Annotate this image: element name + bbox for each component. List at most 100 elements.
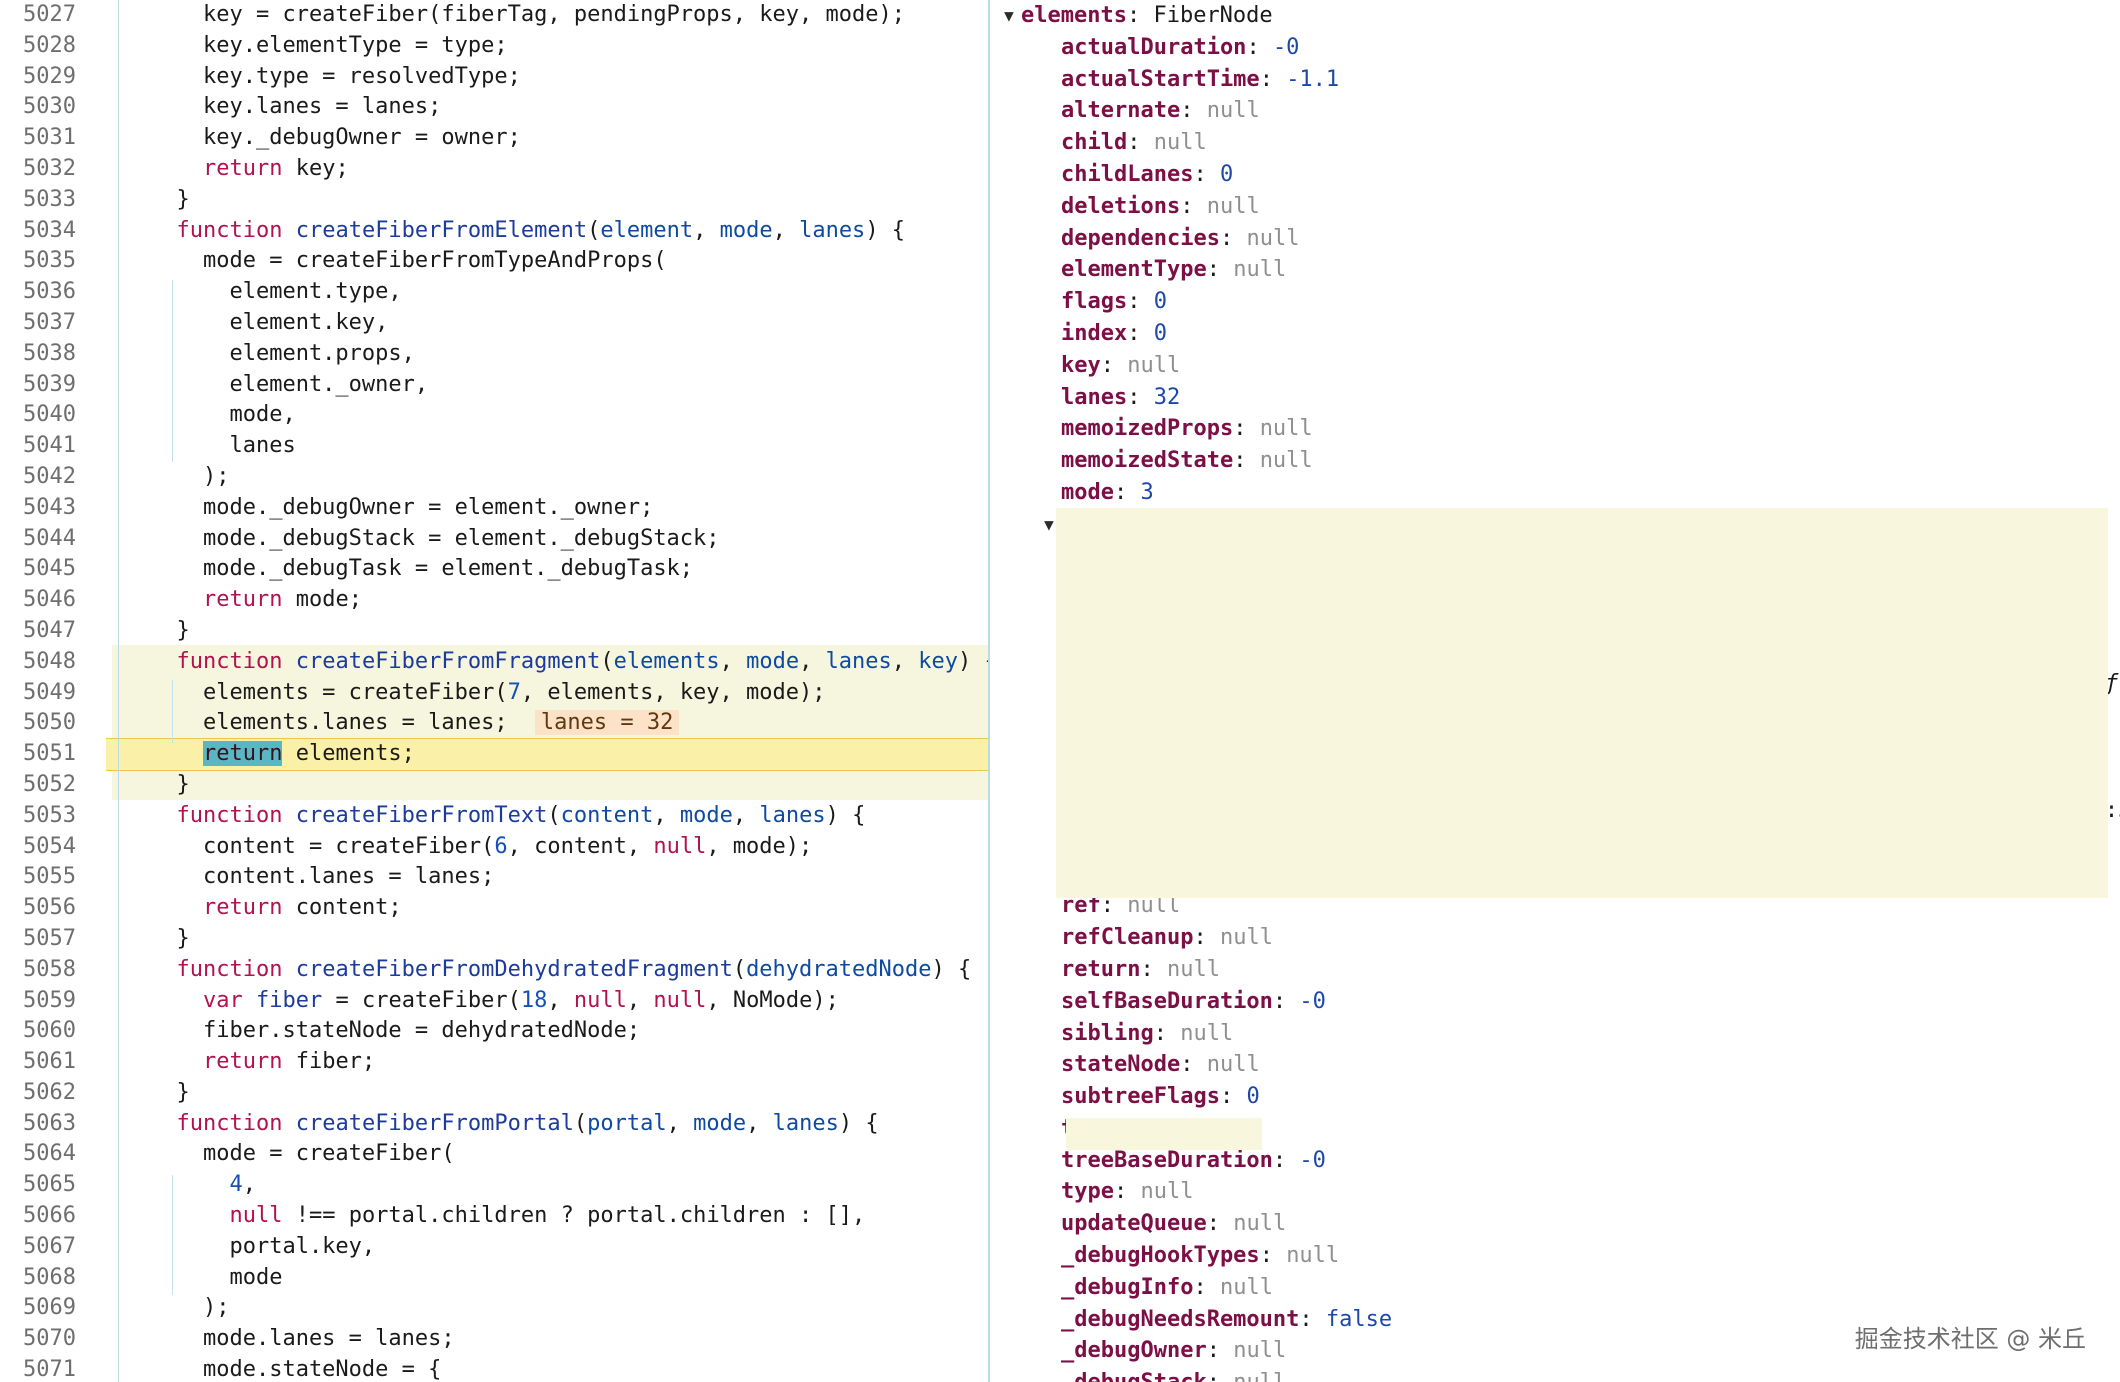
pane-divider[interactable] bbox=[988, 0, 990, 1382]
code-text: content = createFiber(6, content, null, … bbox=[150, 833, 813, 859]
line-number[interactable]: 5050 bbox=[0, 708, 76, 739]
line-number[interactable]: 5063 bbox=[0, 1109, 76, 1140]
line-number[interactable]: 5033 bbox=[0, 185, 76, 216]
code-line[interactable]: 5033 } bbox=[0, 185, 990, 216]
code-line[interactable]: 5038 element.props, bbox=[0, 339, 990, 370]
line-number[interactable]: 5067 bbox=[0, 1232, 76, 1263]
line-number[interactable]: 5041 bbox=[0, 431, 76, 462]
line-number[interactable]: 5029 bbox=[0, 62, 76, 93]
line-number[interactable]: 5055 bbox=[0, 862, 76, 893]
line-number[interactable]: 5039 bbox=[0, 370, 76, 401]
code-line[interactable]: 5028 key.elementType = type; bbox=[0, 31, 990, 62]
line-number[interactable]: 5071 bbox=[0, 1355, 76, 1382]
line-number[interactable]: 5044 bbox=[0, 524, 76, 555]
code-line[interactable]: 5058 function createFiberFromDehydratedF… bbox=[0, 955, 990, 986]
code-line[interactable]: 5032 return key; bbox=[0, 154, 990, 185]
line-number[interactable]: 5052 bbox=[0, 770, 76, 801]
code-line[interactable]: 5066 null !== portal.children ? portal.c… bbox=[0, 1201, 990, 1232]
line-number[interactable]: 5066 bbox=[0, 1201, 76, 1232]
code-line[interactable]: 5051 return elements; bbox=[0, 739, 990, 770]
code-line[interactable]: 5052 } bbox=[0, 770, 990, 801]
line-number[interactable]: 5069 bbox=[0, 1293, 76, 1324]
code-line[interactable]: 5037 element.key, bbox=[0, 308, 990, 339]
code-line[interactable]: 5061 return fiber; bbox=[0, 1047, 990, 1078]
line-number[interactable]: 5056 bbox=[0, 893, 76, 924]
line-number[interactable]: 5049 bbox=[0, 678, 76, 709]
line-number[interactable]: 5051 bbox=[0, 739, 76, 770]
code-line[interactable]: 5044 mode._debugStack = element._debugSt… bbox=[0, 524, 990, 555]
code-line[interactable]: 5062 } bbox=[0, 1078, 990, 1109]
line-number[interactable]: 5064 bbox=[0, 1139, 76, 1170]
line-number[interactable]: 5062 bbox=[0, 1078, 76, 1109]
line-number[interactable]: 5032 bbox=[0, 154, 76, 185]
code-line[interactable]: 5064 mode = createFiber( bbox=[0, 1139, 990, 1170]
line-number[interactable]: 5027 bbox=[0, 0, 76, 31]
code-line[interactable]: 5069 ); bbox=[0, 1293, 990, 1324]
code-line[interactable]: 5060 fiber.stateNode = dehydratedNode; bbox=[0, 1016, 990, 1047]
scope-property-row: type: null bbox=[995, 1176, 2120, 1208]
code-line[interactable]: 5067 portal.key, bbox=[0, 1232, 990, 1263]
line-number[interactable]: 5054 bbox=[0, 832, 76, 863]
code-text: key = createFiber(fiberTag, pendingProps… bbox=[150, 2, 905, 27]
line-number[interactable]: 5047 bbox=[0, 616, 76, 647]
line-number[interactable]: 5028 bbox=[0, 31, 76, 62]
line-number[interactable]: 5037 bbox=[0, 308, 76, 339]
code-line[interactable]: 5040 mode, bbox=[0, 400, 990, 431]
code-text: ); bbox=[150, 463, 230, 489]
code-line[interactable]: 5050 elements.lanes = lanes; lanes = 32 bbox=[0, 708, 990, 739]
code-line[interactable]: 5046 return mode; bbox=[0, 585, 990, 616]
code-line[interactable]: 5068 mode bbox=[0, 1263, 990, 1294]
code-line[interactable]: 5034 function createFiberFromElement(ele… bbox=[0, 216, 990, 247]
line-number[interactable]: 5031 bbox=[0, 123, 76, 154]
code-text: 4, bbox=[229, 1172, 256, 1198]
code-line[interactable]: 5029 key.type = resolvedType; bbox=[0, 62, 990, 93]
line-number[interactable]: 5043 bbox=[0, 493, 76, 524]
code-line[interactable]: 5056 return content; bbox=[0, 893, 990, 924]
code-line[interactable]: 5043 mode._debugOwner = element._owner; bbox=[0, 493, 990, 524]
line-number[interactable]: 5030 bbox=[0, 92, 76, 123]
code-line[interactable]: 5057 } bbox=[0, 924, 990, 955]
line-number[interactable]: 5036 bbox=[0, 277, 76, 308]
line-number[interactable]: 5058 bbox=[0, 955, 76, 986]
code-line[interactable]: 5071 mode.stateNode = { bbox=[0, 1355, 990, 1382]
code-line[interactable]: 5065 4, bbox=[0, 1170, 990, 1201]
code-line[interactable]: 5031 key._debugOwner = owner; bbox=[0, 123, 990, 154]
code-text: } bbox=[150, 925, 190, 951]
code-line[interactable]: 5042 ); bbox=[0, 462, 990, 493]
line-number[interactable]: 5059 bbox=[0, 986, 76, 1017]
code-editor[interactable]: 5027 key = createFiber(fiberTag, pending… bbox=[0, 0, 990, 1382]
code-line[interactable]: 5070 mode.lanes = lanes; bbox=[0, 1324, 990, 1355]
line-number[interactable]: 5038 bbox=[0, 339, 76, 370]
line-number[interactable]: 5042 bbox=[0, 462, 76, 493]
code-line[interactable]: 5045 mode._debugTask = element._debugTas… bbox=[0, 554, 990, 585]
line-number[interactable]: 5061 bbox=[0, 1047, 76, 1078]
code-line[interactable]: 5039 element._owner, bbox=[0, 370, 990, 401]
line-number[interactable]: 5034 bbox=[0, 216, 76, 247]
code-line[interactable]: 5063 function createFiberFromPortal(port… bbox=[0, 1109, 990, 1140]
line-number[interactable]: 5070 bbox=[0, 1324, 76, 1355]
code-line[interactable]: 5047 } bbox=[0, 616, 990, 647]
code-line[interactable]: 5049 elements = createFiber(7, elements,… bbox=[0, 678, 990, 709]
line-number[interactable]: 5057 bbox=[0, 924, 76, 955]
code-line[interactable]: 5059 var fiber = createFiber(18, null, n… bbox=[0, 986, 990, 1017]
code-line[interactable]: 5036 element.type, bbox=[0, 277, 990, 308]
line-number[interactable]: 5046 bbox=[0, 585, 76, 616]
line-number[interactable]: 5035 bbox=[0, 246, 76, 277]
line-number[interactable]: 5068 bbox=[0, 1263, 76, 1294]
expand-down-icon[interactable]: ▼ bbox=[999, 0, 1019, 32]
line-number[interactable]: 5065 bbox=[0, 1170, 76, 1201]
line-number[interactable]: 5053 bbox=[0, 801, 76, 832]
code-line[interactable]: 5041 lanes bbox=[0, 431, 990, 462]
code-line[interactable]: 5030 key.lanes = lanes; bbox=[0, 92, 990, 123]
line-number[interactable]: 5045 bbox=[0, 554, 76, 585]
line-number[interactable]: 5048 bbox=[0, 647, 76, 678]
code-line[interactable]: 5035 mode = createFiberFromTypeAndProps( bbox=[0, 246, 990, 277]
code-line[interactable]: 5048 function createFiberFromFragment(el… bbox=[0, 647, 990, 678]
line-number[interactable]: 5040 bbox=[0, 400, 76, 431]
code-line[interactable]: 5055 content.lanes = lanes; bbox=[0, 862, 990, 893]
code-line[interactable]: 5054 content = createFiber(6, content, n… bbox=[0, 832, 990, 863]
code-line[interactable]: 5027 key = createFiber(fiberTag, pending… bbox=[0, 0, 990, 31]
line-number[interactable]: 5060 bbox=[0, 1016, 76, 1047]
scope-property-row[interactable]: ▼ elements: FiberNode bbox=[995, 0, 2120, 32]
code-line[interactable]: 5053 function createFiberFromText(conten… bbox=[0, 801, 990, 832]
